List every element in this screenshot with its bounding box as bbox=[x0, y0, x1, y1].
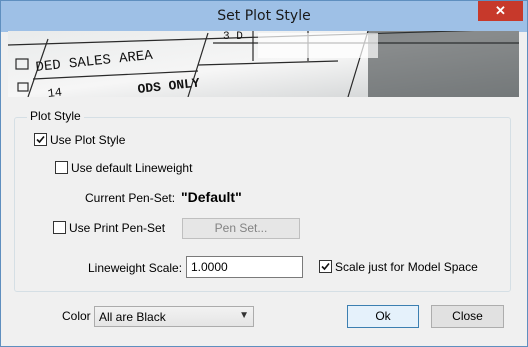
current-pen-set-value: "Default" bbox=[181, 189, 242, 205]
use-plot-style-checkbox[interactable] bbox=[34, 133, 47, 146]
header-banner-image: DED SALES AREA ODS ONLY 14 3 D bbox=[8, 31, 519, 97]
use-default-lineweight-checkbox[interactable] bbox=[55, 161, 68, 174]
banner-text-3: 14 bbox=[47, 86, 63, 97]
check-icon bbox=[321, 262, 330, 271]
color-label: Color bbox=[62, 309, 91, 323]
close-button[interactable]: Close bbox=[431, 305, 504, 328]
scale-model-space-label[interactable]: Scale just for Model Space bbox=[335, 260, 478, 274]
title-bar[interactable]: Set Plot Style ✕ bbox=[1, 1, 527, 32]
close-icon: ✕ bbox=[495, 3, 506, 18]
check-icon bbox=[36, 135, 45, 144]
scale-model-space-checkbox[interactable] bbox=[319, 260, 332, 273]
window-title: Set Plot Style bbox=[217, 8, 311, 24]
banner-text-4: 3 D bbox=[223, 31, 243, 43]
use-print-pen-set-label[interactable]: Use Print Pen-Set bbox=[69, 221, 165, 235]
window-close-button[interactable]: ✕ bbox=[478, 1, 523, 21]
lineweight-scale-label: Lineweight Scale: bbox=[88, 261, 183, 275]
pen-set-button[interactable]: Pen Set... bbox=[182, 218, 300, 239]
use-print-pen-set-checkbox[interactable] bbox=[53, 221, 66, 234]
color-select-value: All are Black bbox=[99, 310, 166, 324]
color-select[interactable]: All are Black ▼ bbox=[94, 306, 254, 327]
chevron-down-icon: ▼ bbox=[239, 310, 249, 321]
blueprint-illustration: DED SALES AREA ODS ONLY 14 3 D bbox=[8, 31, 519, 97]
lineweight-scale-input[interactable]: 1.0000 bbox=[186, 256, 303, 278]
use-default-lineweight-label[interactable]: Use default Lineweight bbox=[71, 161, 192, 175]
ok-button[interactable]: Ok bbox=[347, 305, 419, 328]
current-pen-set-label: Current Pen-Set: bbox=[85, 191, 176, 205]
plot-style-group-label: Plot Style bbox=[27, 109, 84, 123]
use-plot-style-label[interactable]: Use Plot Style bbox=[50, 133, 125, 147]
